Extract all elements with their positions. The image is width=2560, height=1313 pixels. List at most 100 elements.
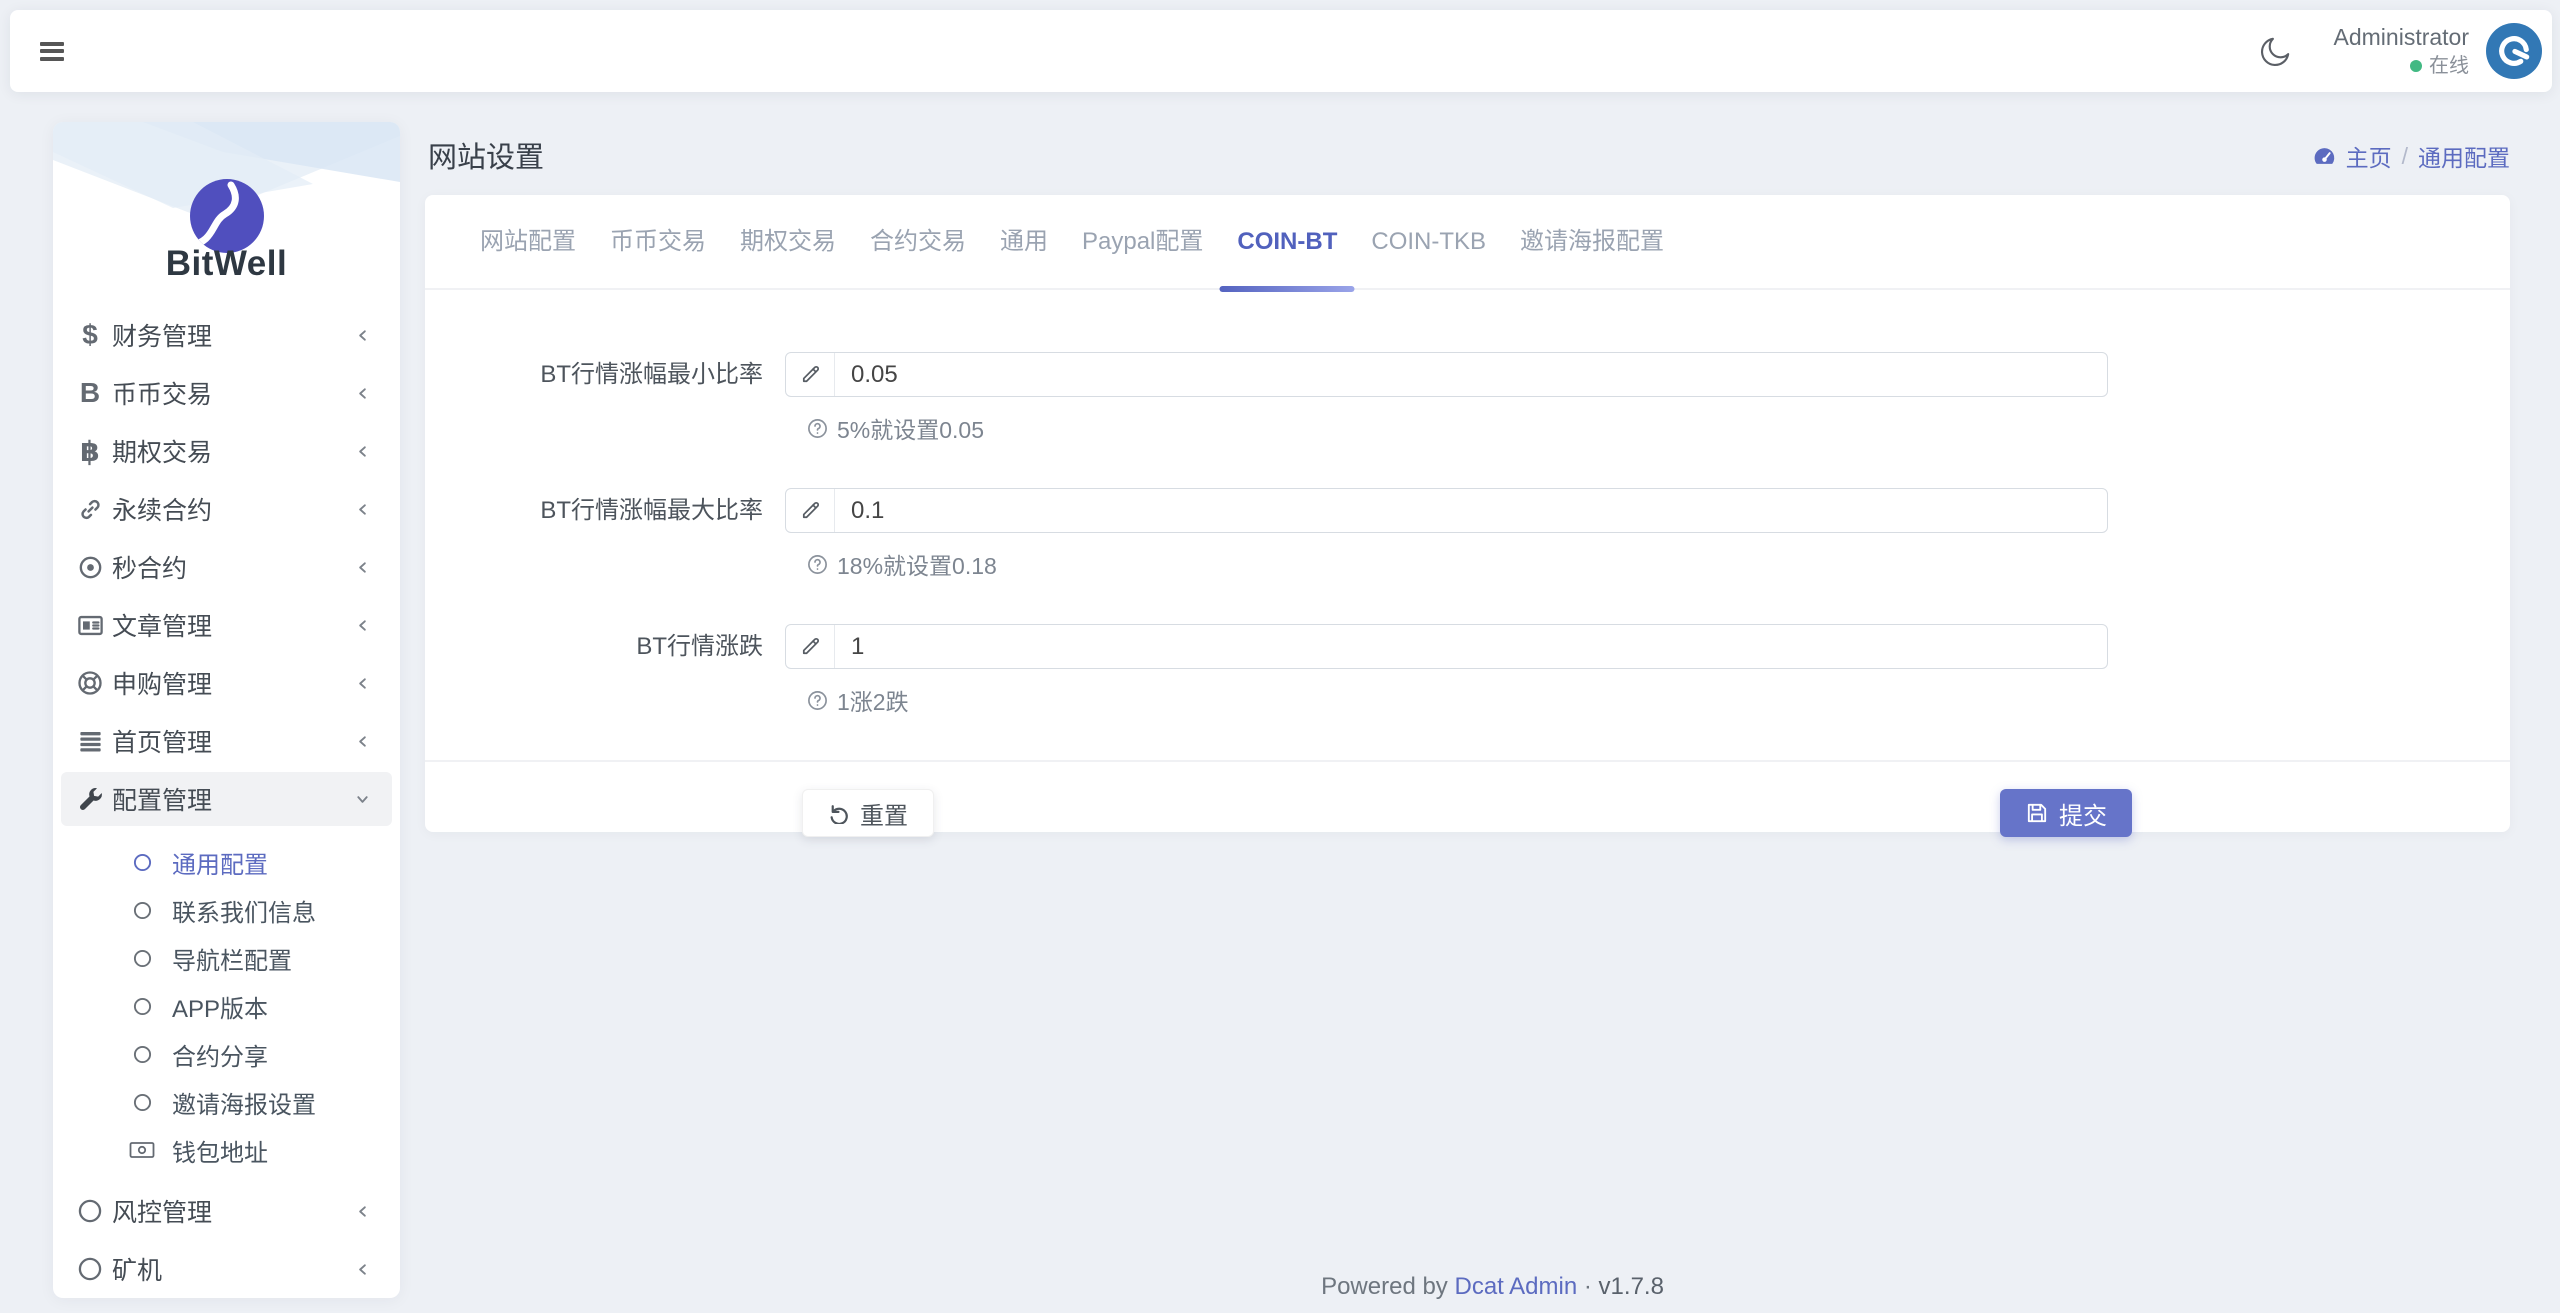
sidebar-item-invite-poster[interactable]: 邀请海报设置 xyxy=(53,1078,400,1126)
breadcrumb: 主页 / 通用配置 xyxy=(2311,139,2510,173)
chevron-left-icon xyxy=(355,538,370,596)
tab-options-trade[interactable]: 期权交易 xyxy=(723,195,853,288)
field-label: BT行情涨幅最大比率 xyxy=(425,488,785,533)
sidebar-item-spot-trade[interactable]: B 币币交易 xyxy=(53,364,400,422)
sidebar-item-finance[interactable]: $ 财务管理 xyxy=(53,306,400,364)
chevron-left-icon xyxy=(355,364,370,422)
circle-icon xyxy=(129,949,155,968)
tab-paypal-config[interactable]: Paypal配置 xyxy=(1065,195,1220,288)
sidebar-item-contract-share[interactable]: 合约分享 xyxy=(53,1030,400,1078)
user-block[interactable]: Administrator 在线 xyxy=(2334,23,2469,79)
link-icon xyxy=(72,496,108,523)
sidebar-item-wallet-address[interactable]: 钱包地址 xyxy=(53,1126,400,1174)
dark-mode-toggle[interactable] xyxy=(2256,31,2296,71)
chevron-left-icon xyxy=(355,654,370,712)
question-circle-icon xyxy=(807,690,828,711)
top-navbar: Administrator 在线 xyxy=(10,10,2552,92)
circle-icon xyxy=(129,997,155,1016)
footer-dot: · xyxy=(1584,1273,1592,1300)
pencil-icon xyxy=(786,625,835,668)
form-footer: 重置 提交 xyxy=(425,760,2510,837)
sidebar-item-articles[interactable]: 文章管理 xyxy=(53,596,400,654)
up-down-input[interactable] xyxy=(835,625,2107,668)
circle-icon xyxy=(72,1199,108,1223)
tab-contract-trade[interactable]: 合约交易 xyxy=(853,195,983,288)
settings-tabs: 网站配置 币币交易 期权交易 合约交易 通用 Paypal配置 COIN-BT … xyxy=(425,195,2510,290)
settings-card: 网站配置 币币交易 期权交易 合约交易 通用 Paypal配置 COIN-BT … xyxy=(425,195,2510,832)
list-bars-icon xyxy=(72,728,108,755)
chevron-left-icon xyxy=(355,596,370,654)
sidebar-item-contact-info[interactable]: 联系我们信息 xyxy=(53,886,400,934)
tab-general[interactable]: 通用 xyxy=(983,195,1065,288)
navbar-right: Administrator 在线 xyxy=(2256,23,2542,79)
tab-website-config[interactable]: 网站配置 xyxy=(463,195,593,288)
power-icon xyxy=(2494,31,2534,71)
life-ring-icon xyxy=(72,669,108,697)
chevron-left-icon xyxy=(355,1182,370,1240)
reset-button[interactable]: 重置 xyxy=(802,789,934,837)
sidebar-item-general-config[interactable]: 通用配置 xyxy=(53,838,400,886)
question-circle-icon xyxy=(807,418,828,439)
question-circle-icon xyxy=(807,554,828,575)
min-ratio-input-group xyxy=(785,352,2108,397)
tab-coin-tkb[interactable]: COIN-TKB xyxy=(1354,195,1503,288)
dollar-icon: $ xyxy=(72,319,108,351)
page-title: 网站设置 xyxy=(428,134,544,176)
sidebar-item-risk-control[interactable]: 风控管理 xyxy=(53,1182,400,1240)
chevron-down-icon xyxy=(355,770,370,828)
online-dot-icon xyxy=(2410,60,2422,72)
breadcrumb-separator: / xyxy=(2402,143,2408,170)
sidebar-toggle-button[interactable] xyxy=(40,38,64,64)
powered-by-text: Powered by xyxy=(1321,1273,1448,1300)
field-label: BT行情涨幅最小比率 xyxy=(425,352,785,397)
avatar[interactable] xyxy=(2486,23,2542,79)
undo-icon xyxy=(828,802,850,824)
tab-invite-poster-config[interactable]: 邀请海报配置 xyxy=(1503,195,1681,288)
breadcrumb-current-link[interactable]: 通用配置 xyxy=(2418,139,2510,173)
circle-icon xyxy=(129,1093,155,1112)
sidebar-item-app-version[interactable]: APP版本 xyxy=(53,982,400,1030)
sidebar: BitWell $ 财务管理 B 币币交易 ฿ 期权交易 xyxy=(53,122,400,1298)
sidebar-item-homepage[interactable]: 首页管理 xyxy=(53,712,400,770)
bitcoin-icon: ฿ xyxy=(72,435,108,468)
sidebar-item-mining[interactable]: 矿机 xyxy=(53,1240,400,1298)
sidebar-item-subscription[interactable]: 申购管理 xyxy=(53,654,400,712)
online-status-label: 在线 xyxy=(2429,53,2469,79)
sidebar-item-navbar-config[interactable]: 导航栏配置 xyxy=(53,934,400,982)
save-icon xyxy=(2025,801,2049,825)
version-text: v1.7.8 xyxy=(1599,1273,1664,1300)
min-ratio-input[interactable] xyxy=(835,353,2107,396)
chevron-left-icon xyxy=(355,1240,370,1298)
form-group-max-ratio: BT行情涨幅最大比率 xyxy=(425,488,2510,581)
tab-spot-trade[interactable]: 币币交易 xyxy=(593,195,723,288)
breadcrumb-home-link[interactable]: 主页 xyxy=(2311,139,2392,173)
sidebar-item-options-trade[interactable]: ฿ 期权交易 xyxy=(53,422,400,480)
moon-icon xyxy=(2259,34,2293,68)
app-root: Administrator 在线 xyxy=(0,0,2560,1313)
gauge-icon xyxy=(2311,143,2338,170)
form-group-min-ratio: BT行情涨幅最小比率 xyxy=(425,352,2510,445)
submit-button[interactable]: 提交 xyxy=(2000,789,2132,837)
chevron-left-icon xyxy=(355,480,370,538)
max-ratio-input[interactable] xyxy=(835,489,2107,532)
wrench-icon xyxy=(72,786,108,813)
dcat-admin-link[interactable]: Dcat Admin xyxy=(1454,1273,1577,1300)
config-submenu: 通用配置 联系我们信息 导航栏配置 xyxy=(53,828,400,1182)
pencil-icon xyxy=(786,489,835,532)
tab-coin-bt[interactable]: COIN-BT xyxy=(1220,195,1354,288)
field-label: BT行情涨跌 xyxy=(425,624,785,669)
money-bill-icon xyxy=(129,1140,155,1160)
sidebar-item-second-contract[interactable]: 秒合约 xyxy=(53,538,400,596)
user-name: Administrator xyxy=(2334,23,2469,53)
circle-icon xyxy=(72,1257,108,1281)
user-status: 在线 xyxy=(2334,53,2469,79)
max-ratio-input-group xyxy=(785,488,2108,533)
bitwell-logo-icon xyxy=(189,178,265,254)
bold-b-icon: B xyxy=(72,377,108,409)
brand-name: BitWell xyxy=(53,244,400,284)
brand-area: BitWell xyxy=(53,122,400,292)
sidebar-item-perpetual[interactable]: 永续合约 xyxy=(53,480,400,538)
form-group-up-down: BT行情涨跌 1涨2跌 xyxy=(425,624,2510,717)
sidebar-menu: $ 财务管理 B 币币交易 ฿ 期权交易 xyxy=(53,306,400,1298)
sidebar-item-config[interactable]: 配置管理 xyxy=(53,770,400,828)
